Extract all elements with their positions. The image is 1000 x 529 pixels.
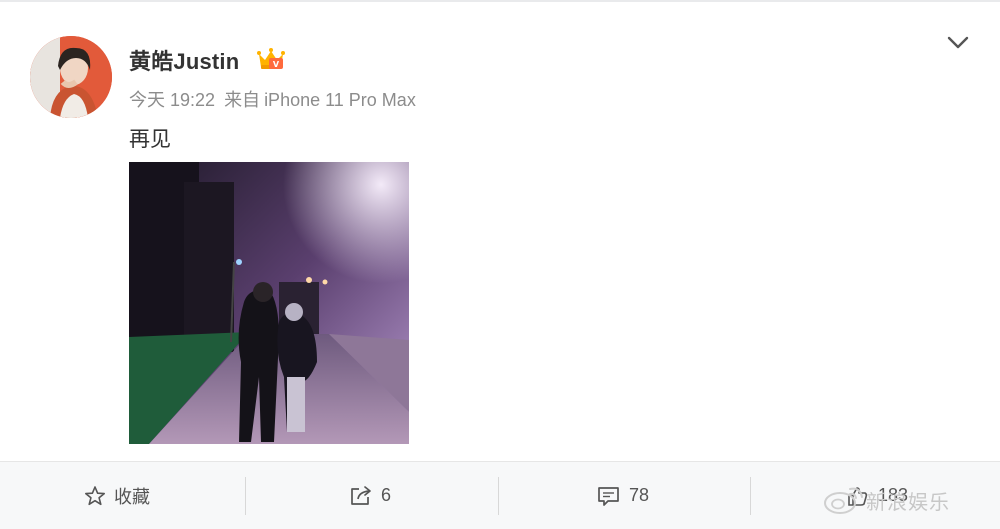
avatar-image [30, 36, 112, 118]
source-prefix: 来自 [224, 90, 261, 110]
post-meta: 今天 19:22 来自 iPhone 11 Pro Max [129, 86, 420, 112]
night-street-image [129, 162, 409, 444]
post-time[interactable]: 今天 19:22 [129, 90, 215, 110]
top-divider [0, 0, 1000, 2]
comment-button[interactable]: 78 [597, 462, 649, 529]
star-icon [85, 485, 105, 505]
action-divider [750, 477, 751, 515]
post-text: 再见 [129, 128, 171, 151]
comment-count: 78 [629, 485, 650, 505]
avatar[interactable] [30, 36, 112, 118]
author-name[interactable]: 黄皓Justin [129, 44, 239, 76]
watermark: 新浪娱乐 [822, 483, 950, 517]
repost-count: 6 [381, 485, 392, 505]
action-divider [245, 477, 246, 515]
comment-icon [598, 486, 619, 506]
repost-button[interactable]: 6 [349, 462, 391, 529]
action-divider [498, 477, 499, 515]
weibo-post-card: 黄皓Justin V 今天 19:22 来自 iPhone 11 Pro Max … [0, 0, 1000, 529]
chevron-down-icon[interactable] [945, 32, 971, 52]
svg-text:V: V [273, 60, 280, 69]
watermark-text: 新浪娱乐 [866, 491, 950, 514]
vip-crown-icon[interactable]: V [256, 45, 286, 73]
favorite-button[interactable]: 收藏 [84, 462, 150, 529]
favorite-label: 收藏 [114, 486, 150, 507]
source-device[interactable]: iPhone 11 Pro Max [264, 90, 416, 110]
share-icon [351, 485, 371, 505]
weibo-logo [824, 487, 863, 514]
post-photo[interactable] [129, 162, 409, 444]
